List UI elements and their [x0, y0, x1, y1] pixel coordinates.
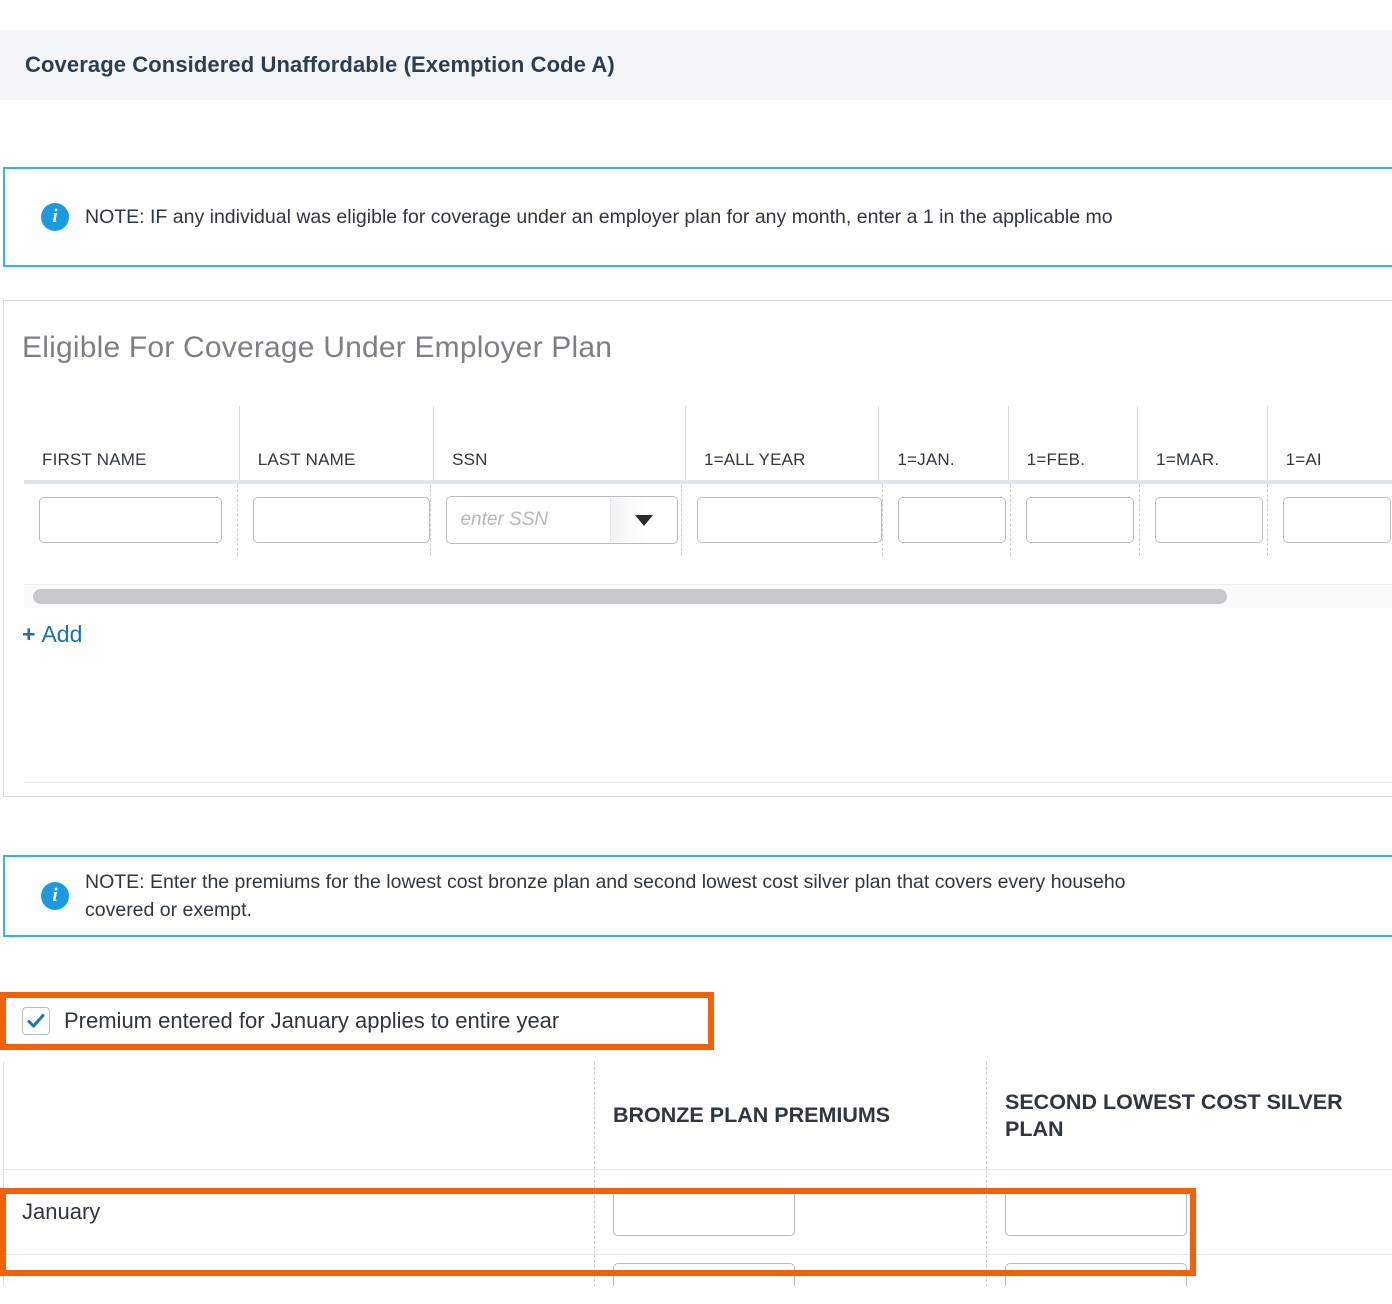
mar-input[interactable] [1154, 497, 1263, 543]
employer-plan-card: Eligible For Coverage Under Employer Pla… [3, 300, 1392, 797]
note-text-employer: NOTE: IF any individual was eligible for… [85, 205, 1113, 228]
premiums-table: BRONZE PLAN PREMIUMS SECOND LOWEST COST … [3, 1062, 1392, 1286]
column-header-ssn: SSN [433, 406, 685, 480]
cell-silver-next [986, 1255, 1392, 1286]
premiums-header-bronze: BRONZE PLAN PREMIUMS [594, 1062, 986, 1169]
ssn-placeholder: enter SSN [460, 509, 549, 530]
silver-premium-next-input[interactable] [1005, 1262, 1187, 1286]
apr-input[interactable] [1283, 497, 1392, 543]
info-icon: i [41, 882, 69, 910]
cell-mar [1138, 484, 1268, 556]
column-header-feb: 1=FEB. [1007, 406, 1137, 480]
cell-bronze-next [594, 1255, 986, 1286]
cell-month-january: January [4, 1170, 594, 1254]
cell-first-name [24, 484, 237, 556]
employer-plan-grid: FIRST NAME LAST NAME SSN 1=ALL YEAR 1=JA… [24, 406, 1392, 556]
january-applies-all-year-row[interactable]: Premium entered for January applies to e… [0, 992, 714, 1050]
feb-input[interactable] [1026, 497, 1135, 543]
ssn-combo[interactable]: enter SSN [446, 496, 679, 544]
column-header-jan: 1=JAN. [878, 406, 1007, 480]
premiums-header-blank [4, 1062, 594, 1169]
ssn-dropdown-button[interactable] [610, 498, 677, 542]
cell-silver-january [986, 1170, 1392, 1254]
column-header-first-name: FIRST NAME [42, 450, 147, 469]
grid-header-row: FIRST NAME LAST NAME SSN 1=ALL YEAR 1=JA… [24, 406, 1392, 484]
column-header-apr: 1=AI [1266, 406, 1392, 480]
horizontal-scrollbar[interactable] [24, 584, 1392, 608]
note-banner-premiums: i NOTE: Enter the premiums for the lowes… [3, 855, 1392, 937]
jan-input[interactable] [897, 497, 1006, 543]
page-title: Coverage Considered Unaffordable (Exempt… [25, 52, 615, 77]
employer-plan-heading: Eligible For Coverage Under Employer Pla… [22, 331, 613, 364]
january-applies-checkbox[interactable] [22, 1007, 50, 1035]
card-divider [24, 782, 1392, 783]
cell-ssn: enter SSN [430, 484, 680, 556]
silver-premium-january-input[interactable] [1005, 1188, 1187, 1236]
last-name-input[interactable] [253, 497, 431, 543]
january-applies-label: Premium entered for January applies to e… [64, 1008, 560, 1033]
column-header-all-year: 1=ALL YEAR [684, 406, 878, 480]
bronze-premium-next-input[interactable] [613, 1262, 795, 1286]
cell-month-next [4, 1255, 594, 1286]
note-banner-employer: i NOTE: IF any individual was eligible f… [3, 167, 1392, 267]
premiums-row-january: January [4, 1170, 1392, 1254]
section-header: Coverage Considered Unaffordable (Exempt… [0, 30, 1392, 100]
cell-jan [881, 484, 1011, 556]
table-row: enter SSN [24, 484, 1392, 556]
chevron-down-icon [634, 514, 653, 526]
add-row-button[interactable]: + Add [22, 621, 82, 648]
cell-feb [1010, 484, 1139, 556]
cell-apr [1267, 484, 1392, 556]
plus-icon: + [22, 621, 36, 647]
column-header-mar: 1=MAR. [1137, 406, 1266, 480]
cell-last-name [237, 484, 431, 556]
premiums-header-row: BRONZE PLAN PREMIUMS SECOND LOWEST COST … [4, 1062, 1392, 1170]
scrollbar-thumb[interactable] [33, 589, 1227, 604]
premiums-row-next [4, 1254, 1392, 1286]
checkmark-icon [27, 1014, 45, 1028]
column-header-last-name: LAST NAME [238, 406, 433, 480]
bronze-premium-january-input[interactable] [613, 1188, 795, 1236]
add-row-label: Add [41, 621, 83, 647]
premiums-header-silver: SECOND LOWEST COST SILVER PLAN [986, 1062, 1392, 1169]
info-icon: i [41, 203, 69, 231]
note-text-premiums: NOTE: Enter the premiums for the lowest … [85, 870, 1126, 921]
cell-all-year [680, 484, 882, 556]
first-name-input[interactable] [39, 497, 222, 543]
cell-bronze-january [594, 1170, 986, 1254]
all-year-input[interactable] [696, 497, 882, 543]
month-label: January [22, 1199, 101, 1224]
page-root: Coverage Considered Unaffordable (Exempt… [0, 0, 1392, 1304]
